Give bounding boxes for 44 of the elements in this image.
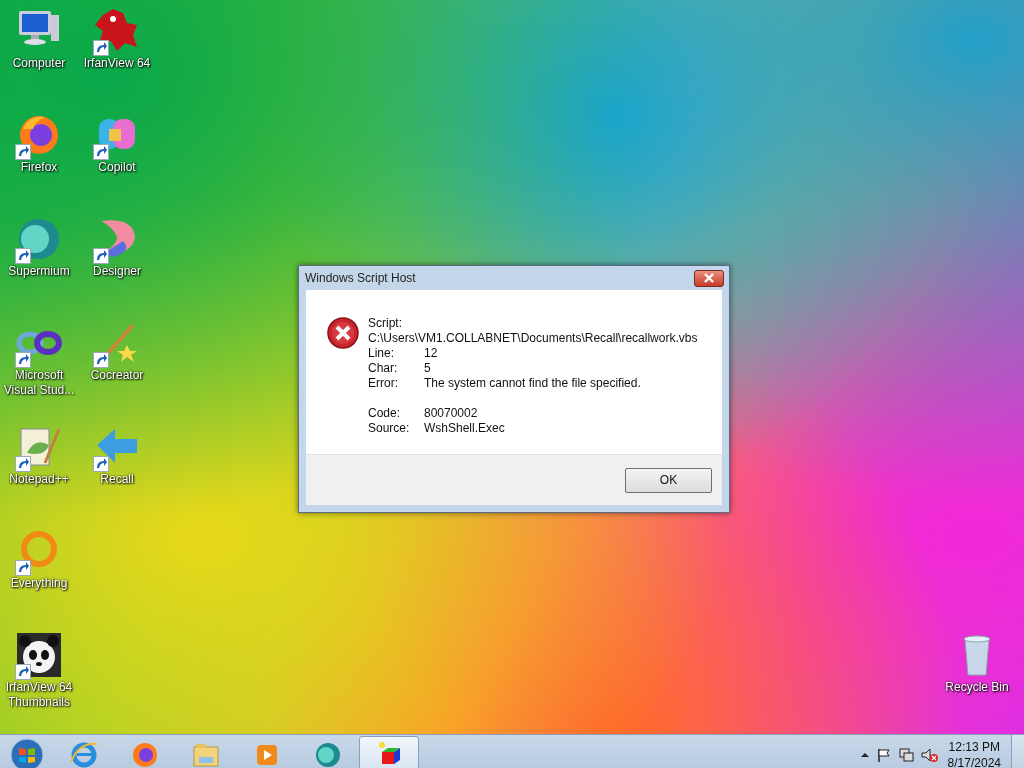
- error-icon: [326, 316, 360, 350]
- field-value: 12: [424, 346, 438, 361]
- desktop-icon-label[interactable]: Computer: [12, 56, 66, 71]
- windows-logo-icon: [10, 738, 44, 768]
- field-label: Code:: [368, 406, 402, 421]
- desktop-icon-label[interactable]: Cocreator: [90, 368, 144, 383]
- desktop-icon-label[interactable]: Designer: [93, 264, 141, 279]
- internet-explorer-icon: [69, 740, 99, 768]
- field-label: Source:: [368, 421, 411, 436]
- window-title: Windows Script Host: [305, 271, 416, 285]
- network-icon[interactable]: [897, 747, 914, 763]
- flag-icon[interactable]: [875, 747, 892, 763]
- desktop-icon-label[interactable]: Microsoft Visual Stud...: [1, 368, 77, 398]
- field-label: Char:: [368, 361, 399, 376]
- clock-date: 8/17/2024: [947, 755, 1001, 768]
- desktop-icon-label[interactable]: Firefox: [20, 160, 58, 175]
- script-label: Script:: [368, 316, 403, 331]
- clock-time: 12:13 PM: [947, 739, 1001, 755]
- desktop-icon-label[interactable]: Recycle Bin: [945, 680, 1009, 695]
- desktop-icon-label[interactable]: Supermium: [8, 264, 70, 279]
- desktop-icon-label[interactable]: IrfanView 64 Thumbnails: [1, 680, 77, 710]
- desktop-icon-label[interactable]: Recall: [100, 472, 134, 487]
- field-value: 80070002: [424, 406, 478, 421]
- firefox-icon: [130, 740, 160, 768]
- field-label: Error:: [368, 376, 399, 391]
- script-path: C:\Users\VM1.COLLABNET\Documents\Recall\recallwork.vbs: [368, 331, 698, 346]
- field-label: Line:: [368, 346, 396, 361]
- field-value: The system cannot find the file specified.: [424, 376, 641, 391]
- desktop-icon-label[interactable]: Everything: [10, 576, 68, 591]
- desktop-icon-label[interactable]: IrfanView 64: [83, 56, 151, 71]
- close-button[interactable]: [694, 269, 724, 287]
- caret-up-icon[interactable]: [859, 750, 870, 760]
- desktop-icon-label[interactable]: Copilot: [98, 160, 136, 175]
- field-value: WshShell.Exec: [424, 421, 505, 436]
- ok-button[interactable]: OK: [625, 467, 712, 493]
- desktop-icon-label[interactable]: Notepad++: [9, 472, 69, 487]
- speaker-muted-icon[interactable]: [919, 747, 938, 763]
- sphere-icon: [313, 740, 343, 768]
- show-desktop-button[interactable]: [1011, 735, 1024, 768]
- panda-icon[interactable]: [15, 631, 63, 679]
- close-icon: [703, 273, 715, 283]
- taskbar-button[interactable]: [359, 736, 419, 768]
- clock[interactable]: 12:13 PM 8/17/2024: [943, 739, 1005, 768]
- field-value: 5: [424, 361, 431, 376]
